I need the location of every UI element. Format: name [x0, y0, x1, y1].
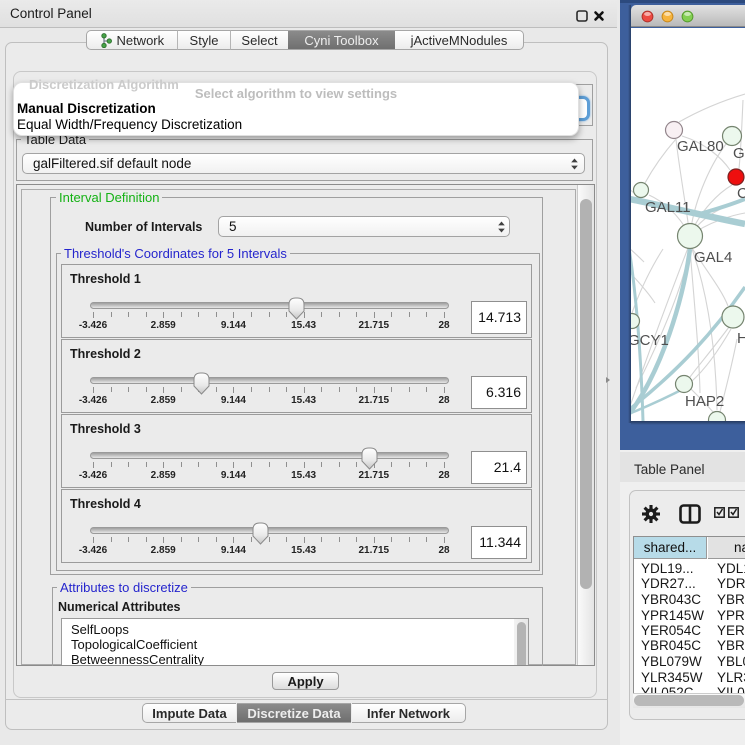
svg-text:GAL11: GAL11 [645, 199, 691, 216]
svg-text:GCY1: GCY1 [631, 332, 669, 349]
svg-text:C: C [737, 185, 745, 202]
svg-text:GAL80: GAL80 [677, 138, 724, 155]
svg-text:G..: G.. [733, 145, 745, 162]
svg-text:GAL4: GAL4 [694, 249, 732, 266]
svg-text:HAP2: HAP2 [685, 393, 724, 410]
svg-text:H: H [737, 330, 745, 347]
